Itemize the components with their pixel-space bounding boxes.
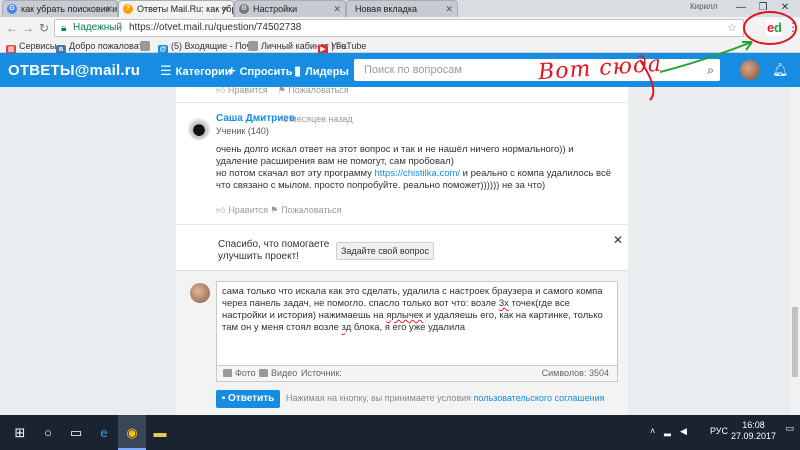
avatar[interactable] bbox=[188, 118, 210, 140]
security-label: Надежный bbox=[73, 22, 123, 33]
url-separator: | bbox=[119, 22, 122, 33]
answer-rank: Ученик (140) bbox=[216, 126, 269, 136]
volume-icon[interactable]: ◀ bbox=[680, 426, 687, 437]
tab-label: как убрать поисковик и bbox=[21, 4, 118, 14]
close-icon[interactable]: ✕ bbox=[105, 1, 113, 17]
edge-icon[interactable]: e bbox=[90, 415, 118, 450]
tab-new[interactable]: Новая вкладка ✕ bbox=[346, 0, 458, 17]
clock[interactable]: 16:08 27.09.2017 bbox=[731, 420, 776, 442]
close-icon[interactable]: ✕ bbox=[613, 233, 623, 247]
site-header: ОТВЕТЫ@mail.ru ☰ Категории + Спросить ▮ Лид… bbox=[0, 53, 800, 87]
prev-answer-actions: 👍︎ Нравится ⚑ Пожаловаться bbox=[216, 85, 349, 96]
video-icon bbox=[259, 369, 268, 377]
bookmark-page[interactable] bbox=[140, 40, 153, 52]
explorer-icon[interactable]: ▬ bbox=[146, 415, 174, 450]
nav-ask[interactable]: + Спросить bbox=[228, 63, 293, 78]
promo-text: Спасибо, что помогаете улучшить проект! bbox=[218, 239, 330, 262]
notifications-icon[interactable]: ▭ bbox=[785, 423, 794, 434]
tab-label: Настройки bbox=[253, 4, 298, 14]
tab-settings[interactable]: ⚙ Настройки ✕ bbox=[234, 0, 346, 17]
chrome-icon[interactable]: ◉ bbox=[118, 415, 146, 450]
tab-label: Новая вкладка bbox=[355, 4, 418, 14]
divider bbox=[176, 224, 628, 225]
menu-icon: ☰ bbox=[160, 63, 172, 78]
source-button[interactable]: Источник: bbox=[301, 366, 342, 381]
close-icon[interactable]: ✕ bbox=[333, 1, 341, 17]
search-icon[interactable]: ○ bbox=[34, 415, 62, 450]
answer-form: сама только что искала как это сделать, … bbox=[176, 270, 628, 415]
close-window-button[interactable]: ✕ bbox=[774, 0, 796, 16]
plus-icon: + bbox=[228, 63, 236, 78]
lock-icon: 🔒︎ bbox=[61, 23, 67, 34]
google-icon: G bbox=[7, 4, 17, 14]
tab-google-search[interactable]: G как убрать поисковик и ✕ bbox=[2, 0, 118, 17]
browser-tabbar: G как убрать поисковик и ✕ ? Ответы Mail… bbox=[0, 0, 800, 17]
bookmarks-bar: ▦ Сервисы в Добро пожаловать @ (5) Входящие… bbox=[0, 39, 800, 55]
ask-question-button[interactable]: Задайте свой вопрос bbox=[336, 242, 434, 260]
submit-answer-button[interactable]: ▪ Ответить bbox=[216, 390, 280, 408]
complain-button[interactable]: ⚑ Пожаловаться bbox=[278, 85, 349, 95]
terms-link[interactable]: пользовательского соглашения bbox=[474, 393, 605, 403]
restore-button[interactable]: ❐ bbox=[752, 0, 774, 16]
network-icon[interactable]: ▂ bbox=[664, 426, 671, 437]
answer-time: 8 месяцев назад bbox=[283, 114, 353, 124]
photo-icon bbox=[223, 369, 232, 377]
editor-toolbar: Фото Видео Источник: Символов: 3504 bbox=[216, 366, 618, 382]
scroll-thumb[interactable] bbox=[792, 307, 798, 377]
tab-label: Ответы Mail.Ru: как убр bbox=[137, 4, 234, 14]
url-input[interactable]: 🔒︎ Надежный | https://otvet.mail.ru/ques… bbox=[54, 19, 744, 37]
complain-button[interactable]: ⚑ Пожаловаться bbox=[270, 205, 342, 216]
page-icon bbox=[140, 41, 150, 51]
answer-link[interactable]: https://chistilka.com/ bbox=[375, 168, 461, 179]
forward-icon[interactable]: → bbox=[20, 20, 36, 36]
language-indicator[interactable]: РУС bbox=[710, 426, 728, 436]
nav-leaders[interactable]: ▮ Лидеры bbox=[294, 63, 349, 79]
answer-text: очень долго искал ответ на этот вопрос и… bbox=[216, 144, 612, 191]
tab-otvet-mail[interactable]: ? Ответы Mail.Ru: как убр ✕ bbox=[118, 0, 234, 17]
char-counter: Символов: 3504 bbox=[541, 368, 609, 378]
menu-dots-icon[interactable]: ⋮ bbox=[787, 20, 799, 34]
taskbar: ⊞ ○ ▭ e ◉ ▬ ˄ ▂ ◀ РУС 16:08 27.09.2017 ▭ bbox=[0, 415, 800, 450]
divider bbox=[176, 102, 628, 103]
answer-draft-text: сама только что искала как это сделать, … bbox=[222, 286, 603, 333]
address-toolbar: ← → ↻ 🔒︎ Надежный | https://otvet.mail.r… bbox=[0, 17, 800, 39]
chart-icon: ▮ bbox=[294, 63, 302, 78]
like-button[interactable]: 👍︎ Нравится bbox=[216, 85, 268, 95]
question-icon: ? bbox=[123, 4, 133, 14]
flag-icon: ⚑ bbox=[270, 205, 279, 215]
nav-categories[interactable]: ☰ Категории bbox=[160, 63, 232, 79]
video-button[interactable]: Видео bbox=[259, 366, 297, 381]
page-icon bbox=[248, 41, 258, 51]
back-icon[interactable]: ← bbox=[4, 20, 20, 36]
page-scrollbar[interactable] bbox=[790, 87, 800, 415]
terms-note: Нажимая на кнопку, вы принимаете условия… bbox=[286, 393, 605, 403]
bell-icon[interactable]: 🔔︎ bbox=[772, 62, 789, 78]
extension-icon[interactable]: ed bbox=[766, 20, 782, 36]
search-placeholder: Поиск по вопросам bbox=[364, 64, 462, 76]
search-icon[interactable]: ⌕ bbox=[707, 59, 714, 81]
star-icon[interactable]: ☆ bbox=[727, 20, 737, 36]
reload-icon[interactable]: ↻ bbox=[36, 20, 52, 36]
answers-column: 👍︎ Нравится ⚑ Пожаловаться Саша Дмитриев… bbox=[176, 85, 628, 415]
profile-name[interactable]: Кирилл bbox=[690, 2, 717, 11]
window-controls: — ❐ ✕ bbox=[730, 0, 796, 17]
site-logo[interactable]: ОТВЕТЫ@mail.ru bbox=[8, 62, 140, 79]
photo-button[interactable]: Фото bbox=[223, 366, 256, 381]
like-button[interactable]: 👍︎ Нравится bbox=[216, 205, 268, 216]
promo-banner: Спасибо, что помогаете улучшить проект! … bbox=[176, 230, 628, 270]
close-icon[interactable]: ✕ bbox=[445, 1, 453, 17]
windows-start-icon[interactable]: ⊞ bbox=[6, 415, 34, 450]
minimize-button[interactable]: — bbox=[730, 0, 752, 16]
avatar bbox=[190, 283, 210, 303]
avatar[interactable] bbox=[740, 60, 760, 80]
answer-textarea[interactable]: сама только что искала как это сделать, … bbox=[216, 281, 618, 366]
chevron-up-icon[interactable]: ˄ bbox=[650, 426, 655, 436]
close-icon[interactable]: ✕ bbox=[221, 1, 229, 17]
url-text: https://otvet.mail.ru/question/74502738 bbox=[129, 22, 302, 33]
thumb-up-icon: 👍︎ bbox=[216, 205, 226, 215]
gear-icon: ⚙ bbox=[239, 4, 249, 14]
task-view-icon[interactable]: ▭ bbox=[62, 415, 90, 450]
